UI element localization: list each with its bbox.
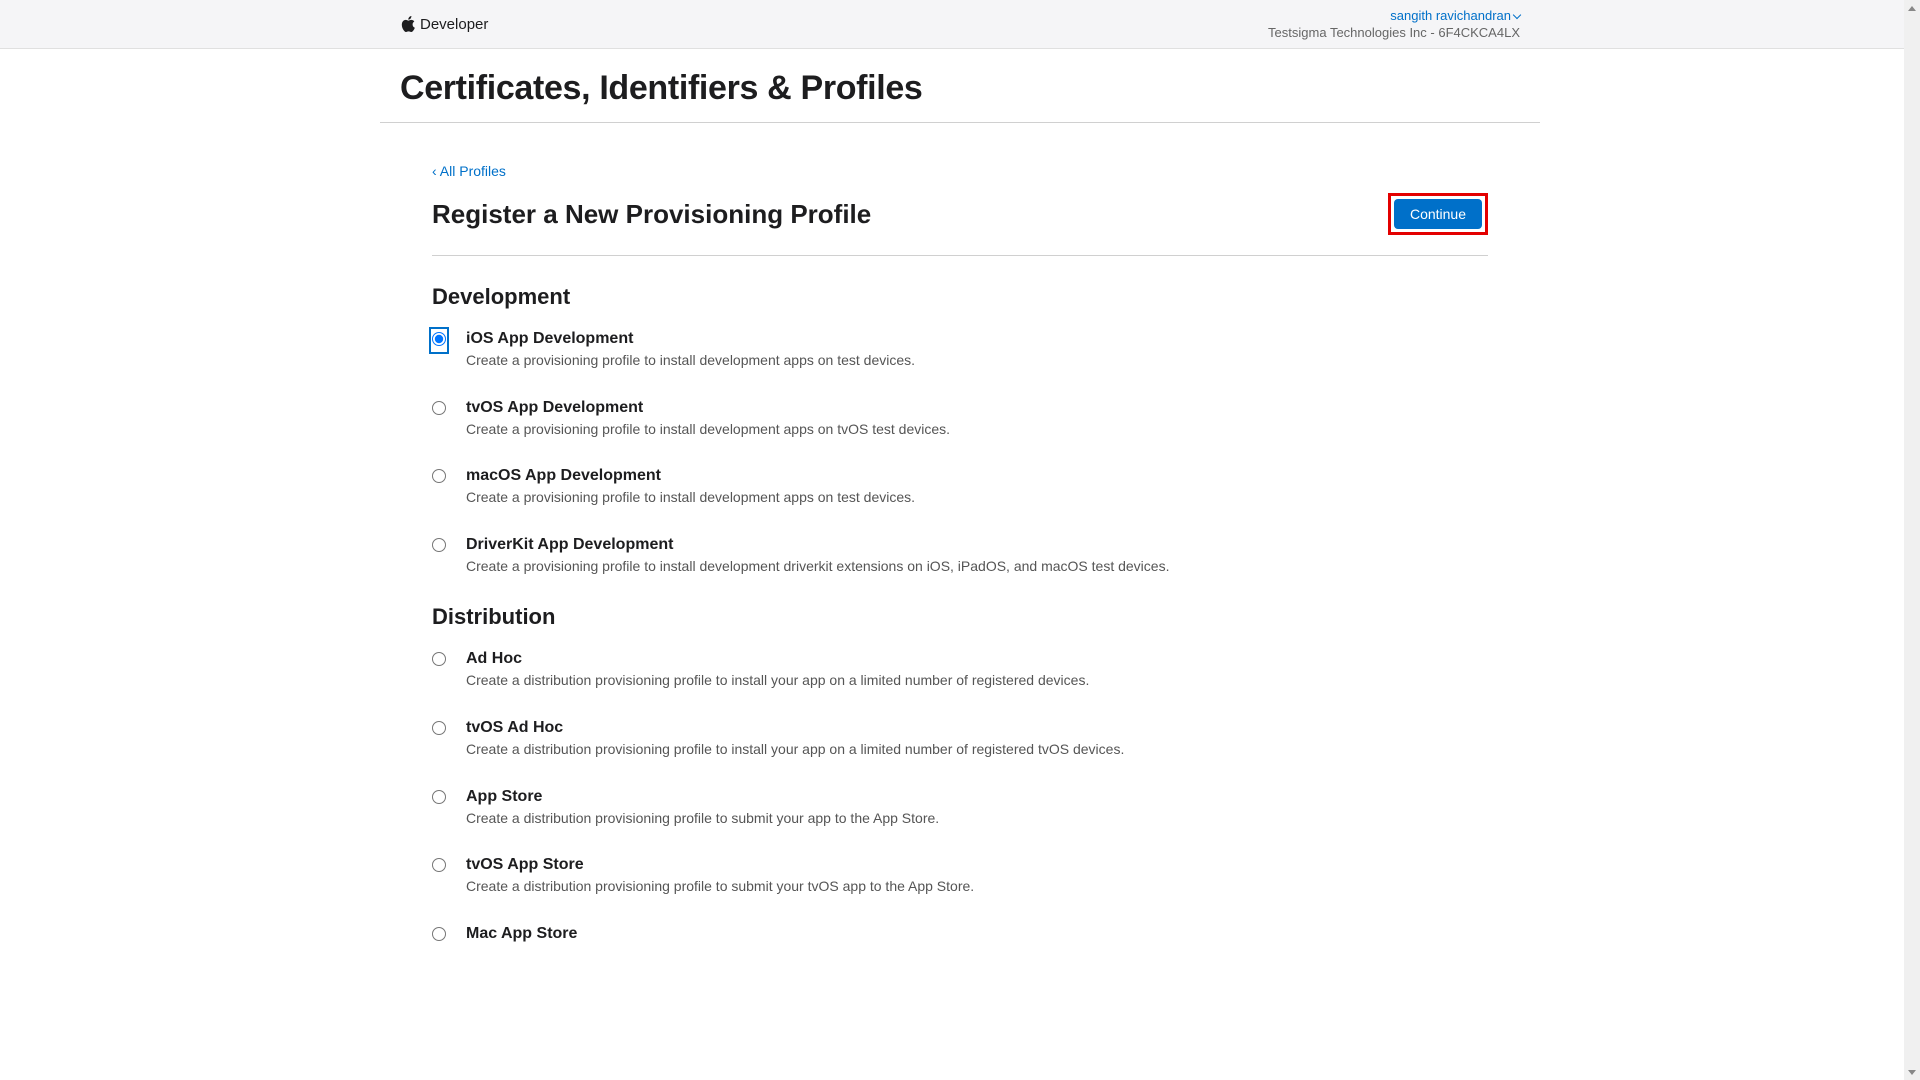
option-desc-macos-dev: Create a provisioning profile to install… [466,488,1488,508]
option-desc-driverkit-dev: Create a provisioning profile to install… [466,557,1488,577]
scroll-up-icon [1908,6,1916,11]
option-desc-ios-dev: Create a provisioning profile to install… [466,351,1488,371]
option-text: Mac App Store [466,925,1488,946]
page-title: Certificates, Identifiers & Profiles [400,69,1520,108]
radio-cell [432,719,446,740]
radio-cell [432,856,446,877]
option-desc-tvos-dev: Create a provisioning profile to install… [466,420,1488,440]
option-text: DriverKit App Development Create a provis… [466,536,1488,577]
scrollbar-down-button[interactable] [1904,1064,1920,1080]
page-title-section: Certificates, Identifiers & Profiles [380,49,1540,123]
option-title-appstore: App Store [466,788,1488,806]
option-desc-appstore: Create a distribution provisioning profi… [466,809,1488,829]
option-row-adhoc: Ad Hoc Create a distribution provisioning… [432,650,1488,691]
scroll-down-icon [1908,1070,1916,1075]
subheader-title: Register a New Provisioning Profile [432,199,871,230]
option-desc-tvos-appstore: Create a distribution provisioning profi… [466,877,1488,897]
user-name-dropdown[interactable]: sangith ravichandran [1390,8,1520,23]
option-row-driverkit-dev: DriverKit App Development Create a provis… [432,536,1488,577]
option-text: iOS App Development Create a provisioning… [466,330,1488,371]
option-title-tvos-adhoc: tvOS Ad Hoc [466,719,1488,737]
scrollbar-track[interactable] [1904,0,1920,1080]
option-row-macos-dev: macOS App Development Create a provisioni… [432,467,1488,508]
option-text: App Store Create a distribution provision… [466,788,1488,829]
option-title-adhoc: Ad Hoc [466,650,1488,668]
subheader-row: Register a New Provisioning Profile Cont… [432,193,1488,256]
continue-button-highlight: Continue [1388,193,1488,235]
content-container: ‹ All Profiles Register a New Provisioni… [412,123,1508,1014]
radio-tvos-adhoc[interactable] [432,721,446,735]
option-title-driverkit-dev: DriverKit App Development [466,536,1488,554]
continue-button[interactable]: Continue [1394,199,1482,229]
radio-appstore[interactable] [432,790,446,804]
option-row-appstore: App Store Create a distribution provision… [432,788,1488,829]
user-name-label: sangith ravichandran [1390,8,1511,23]
section-title-development: Development [432,284,1488,310]
radio-cell [432,330,446,351]
radio-cell [432,467,446,488]
option-title-mac-appstore: Mac App Store [466,925,1488,943]
radio-cell [432,536,446,557]
option-row-tvos-adhoc: tvOS Ad Hoc Create a distribution provisi… [432,719,1488,760]
radio-macos-dev[interactable] [432,469,446,483]
developer-brand[interactable]: Developer [400,16,488,33]
back-all-profiles-link[interactable]: ‹ All Profiles [432,163,506,179]
option-row-ios-dev: iOS App Development Create a provisioning… [432,330,1488,371]
chevron-down-icon [1513,10,1521,18]
option-row-mac-appstore: Mac App Store [432,925,1488,946]
option-title-tvos-appstore: tvOS App Store [466,856,1488,874]
option-text: tvOS App Store Create a distribution prov… [466,856,1488,897]
option-text: tvOS Ad Hoc Create a distribution provisi… [466,719,1488,760]
option-desc-adhoc: Create a distribution provisioning profi… [466,671,1488,691]
radio-tvos-dev[interactable] [432,401,446,415]
option-text: Ad Hoc Create a distribution provisioning… [466,650,1488,691]
radio-cell [432,925,446,946]
radio-cell [432,788,446,809]
option-row-tvos-dev: tvOS App Development Create a provisionin… [432,399,1488,440]
radio-tvos-appstore[interactable] [432,858,446,872]
option-title-ios-dev: iOS App Development [466,330,1488,348]
radio-cell [432,650,446,671]
radio-cell [432,399,446,420]
apple-logo-icon [400,16,416,32]
radio-driverkit-dev[interactable] [432,538,446,552]
scrollbar-up-button[interactable] [1904,0,1920,16]
brand-text: Developer [420,16,488,33]
radio-mac-appstore[interactable] [432,927,446,941]
top-bar: Developer sangith ravichandran Testsigma… [0,0,1920,49]
option-text: tvOS App Development Create a provisionin… [466,399,1488,440]
radio-adhoc[interactable] [432,652,446,666]
option-title-tvos-dev: tvOS App Development [466,399,1488,417]
option-title-macos-dev: macOS App Development [466,467,1488,485]
team-name-label: Testsigma Technologies Inc - 6F4CKCA4LX [1268,25,1520,40]
account-info: sangith ravichandran Testsigma Technolog… [1268,8,1520,40]
radio-ios-dev[interactable] [432,332,446,346]
option-text: macOS App Development Create a provisioni… [466,467,1488,508]
section-title-distribution: Distribution [432,604,1488,630]
option-desc-tvos-adhoc: Create a distribution provisioning profi… [466,740,1488,760]
option-row-tvos-appstore: tvOS App Store Create a distribution prov… [432,856,1488,897]
